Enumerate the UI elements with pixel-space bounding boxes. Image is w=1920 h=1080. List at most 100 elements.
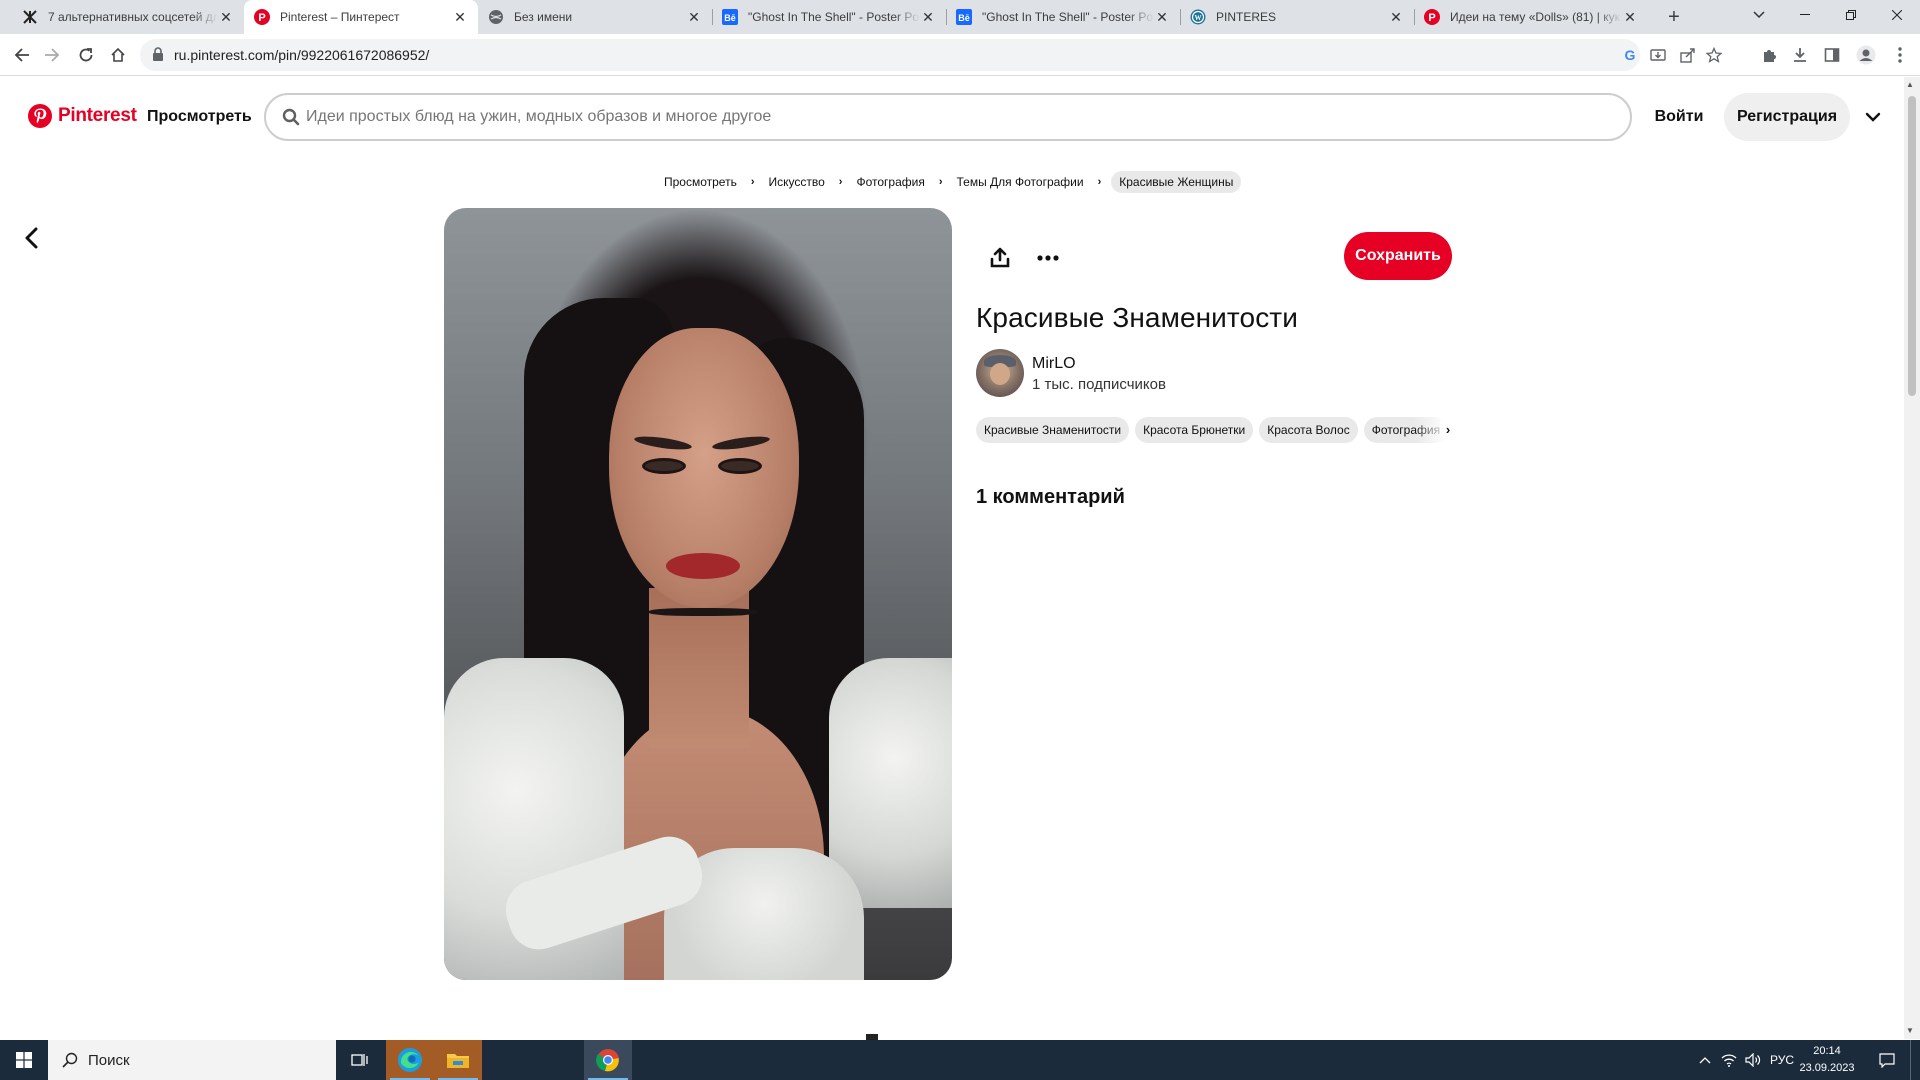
tab-title: "Ghost In The Shell" - Poster Pos bbox=[748, 10, 920, 24]
header-more-button[interactable] bbox=[1862, 106, 1884, 128]
breadcrumb-item[interactable]: Просмотреть › bbox=[660, 175, 765, 189]
tab-search-button[interactable] bbox=[1736, 0, 1782, 30]
more-options-button[interactable] bbox=[1030, 240, 1066, 276]
close-tab-icon[interactable]: ✕ bbox=[218, 9, 234, 25]
pinterest-logo[interactable]: Pinterest bbox=[28, 104, 137, 128]
task-view-icon bbox=[351, 1054, 368, 1066]
close-window-button[interactable] bbox=[1874, 0, 1920, 30]
plus-icon: + bbox=[1668, 5, 1680, 28]
pin-title: Красивые Знаменитости bbox=[976, 302, 1298, 333]
breadcrumb-item[interactable]: Темы Для Фотографии › bbox=[953, 175, 1112, 189]
search-bar[interactable] bbox=[264, 93, 1632, 141]
profile-button[interactable] bbox=[1856, 45, 1876, 65]
avatar-icon bbox=[1856, 45, 1876, 65]
breadcrumb-item[interactable]: Искусство › bbox=[765, 175, 853, 189]
pin-image-eye bbox=[718, 458, 762, 474]
show-hidden-icons-button[interactable] bbox=[1694, 1040, 1716, 1080]
tag-list: Красивые Знаменитости Красота Брюнетки К… bbox=[976, 417, 1452, 443]
close-tab-icon[interactable]: ✕ bbox=[452, 9, 468, 25]
breadcrumb-label: Искусство bbox=[768, 175, 825, 189]
volume-button[interactable] bbox=[1742, 1040, 1764, 1080]
install-app-icon[interactable] bbox=[1650, 47, 1666, 63]
breadcrumb-label: Красивые Женщины bbox=[1111, 171, 1242, 193]
minimize-button[interactable] bbox=[1782, 0, 1828, 30]
tag-chip[interactable]: Красота Брюнетки bbox=[1135, 417, 1254, 443]
signup-button[interactable]: Регистрация bbox=[1724, 93, 1850, 141]
comments-heading[interactable]: 1 комментарий bbox=[976, 486, 1125, 509]
back-to-feed-button[interactable] bbox=[18, 224, 46, 252]
browser-tab[interactable]: Bē "Ghost In The Shell" - Poster Pos ✕ bbox=[946, 0, 1180, 34]
close-tab-icon[interactable]: ✕ bbox=[686, 9, 702, 25]
show-desktop-button[interactable] bbox=[1910, 1040, 1920, 1080]
save-button[interactable]: Сохранить bbox=[1344, 232, 1452, 280]
taskbar-search-box[interactable]: Поиск bbox=[48, 1040, 336, 1080]
scroll-down-arrow-icon[interactable]: ▼ bbox=[1906, 1026, 1914, 1035]
browser-menu-button[interactable] bbox=[1890, 45, 1910, 65]
close-tab-icon[interactable]: ✕ bbox=[920, 9, 936, 25]
back-button[interactable] bbox=[8, 41, 36, 69]
bookmark-star-icon[interactable] bbox=[1706, 47, 1722, 63]
browser-tab[interactable]: 7 альтернативных соцсетей для ✕ bbox=[12, 0, 244, 34]
tags-scroll-next-button[interactable]: › bbox=[1440, 420, 1456, 438]
forward-button[interactable] bbox=[38, 41, 66, 69]
tag-chip[interactable]: Красота Волос bbox=[1259, 417, 1358, 443]
home-icon bbox=[111, 47, 125, 62]
browser-tab[interactable]: P Идеи на тему «Dolls» (81) | кук ✕ bbox=[1414, 0, 1648, 34]
chevron-right-icon: › bbox=[938, 176, 943, 188]
browser-tab[interactable]: Bē "Ghost In The Shell" - Poster Pos ✕ bbox=[712, 0, 946, 34]
restore-icon bbox=[1846, 10, 1856, 20]
notifications-button[interactable] bbox=[1872, 1040, 1902, 1080]
chevron-right-icon: › bbox=[750, 176, 755, 188]
explore-link[interactable]: Просмотреть bbox=[147, 108, 252, 126]
share-button[interactable] bbox=[982, 240, 1018, 276]
pin-image[interactable] bbox=[444, 208, 952, 980]
taskbar-app-edge[interactable] bbox=[386, 1040, 434, 1080]
behance-favicon-icon: Bē bbox=[722, 9, 738, 25]
reload-button[interactable] bbox=[72, 41, 100, 69]
arrow-right-icon bbox=[45, 48, 60, 62]
browser-tab-active[interactable]: P Pinterest – Пинтерест ✕ bbox=[244, 0, 478, 34]
breadcrumb-label: Фотография bbox=[856, 175, 925, 189]
page-scrollbar-thumb[interactable] bbox=[1908, 96, 1916, 396]
start-button[interactable] bbox=[0, 1040, 48, 1080]
taskbar-app-chrome[interactable] bbox=[584, 1040, 632, 1080]
avatar[interactable] bbox=[976, 349, 1024, 397]
close-tab-icon[interactable]: ✕ bbox=[1388, 9, 1404, 25]
author-name[interactable]: MirLO bbox=[1032, 355, 1076, 373]
breadcrumb-item[interactable]: Фотография › bbox=[852, 175, 952, 189]
windows-logo-icon bbox=[16, 1052, 32, 1068]
url-text: ru.pinterest.com/pin/9922061672086952/ bbox=[174, 47, 430, 63]
pin-image-choker bbox=[649, 608, 757, 616]
tag-chip[interactable]: Красивые Знаменитости bbox=[976, 417, 1130, 443]
extensions-button[interactable] bbox=[1760, 45, 1780, 65]
home-button[interactable] bbox=[104, 41, 132, 69]
address-bar[interactable]: ru.pinterest.com/pin/9922061672086952/ G bbox=[140, 39, 1722, 71]
pinterest-wordmark: Pinterest bbox=[58, 105, 137, 126]
ellipsis-icon bbox=[1037, 255, 1059, 261]
browser-tab[interactable]: Без имени ✕ bbox=[478, 0, 712, 34]
taskbar-app-file-explorer[interactable] bbox=[434, 1040, 482, 1080]
task-view-button[interactable] bbox=[336, 1040, 384, 1080]
restore-button[interactable] bbox=[1828, 0, 1874, 30]
author-followers: 1 тыс. подписчиков bbox=[1032, 376, 1166, 393]
lock-icon bbox=[153, 47, 163, 61]
search-input[interactable] bbox=[306, 103, 1586, 131]
browser-tab[interactable]: W PINTERES ✕ bbox=[1180, 0, 1414, 34]
close-tab-icon[interactable]: ✕ bbox=[1622, 9, 1638, 25]
side-panel-button[interactable] bbox=[1822, 45, 1842, 65]
avatar-image-part bbox=[990, 363, 1010, 385]
close-tab-icon[interactable]: ✕ bbox=[1154, 9, 1170, 25]
login-button[interactable]: Войти bbox=[1642, 93, 1716, 141]
downloads-button[interactable] bbox=[1790, 45, 1810, 65]
share-page-icon[interactable] bbox=[1680, 47, 1696, 63]
google-translate-icon[interactable]: G bbox=[1622, 47, 1638, 63]
taskbar-clock[interactable]: 20:14 23.09.2023 bbox=[1790, 1043, 1864, 1077]
share-icon bbox=[990, 247, 1010, 268]
breadcrumb-label: Просмотреть bbox=[664, 175, 737, 189]
tag-chip[interactable]: Фотография bbox=[1363, 417, 1449, 443]
new-tab-button[interactable]: + bbox=[1660, 0, 1688, 34]
pin-image-eye bbox=[642, 458, 686, 474]
breadcrumb-item-current[interactable]: Красивые Женщины bbox=[1111, 171, 1242, 193]
scroll-up-arrow-icon[interactable]: ▲ bbox=[1906, 80, 1914, 89]
network-button[interactable] bbox=[1718, 1040, 1740, 1080]
